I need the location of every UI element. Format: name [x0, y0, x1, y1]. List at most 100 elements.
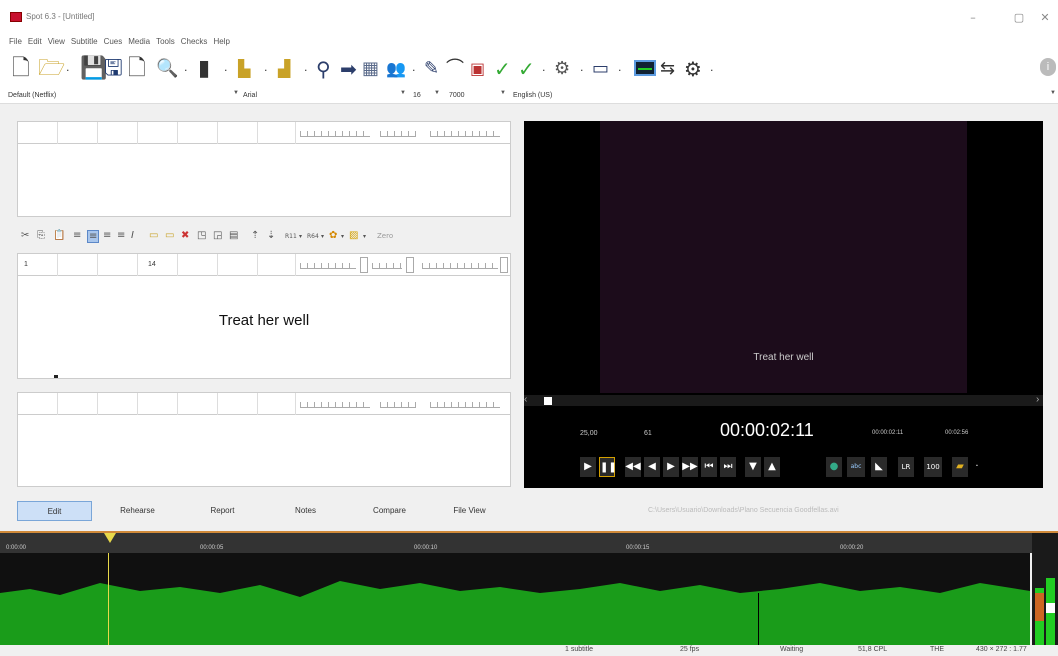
- chevron-down-icon[interactable]: ·: [412, 64, 416, 77]
- chevron-down-icon[interactable]: ▼: [1050, 90, 1056, 96]
- size-select[interactable]: 16: [413, 90, 421, 101]
- highlight-icon[interactable]: ▨: [349, 230, 358, 241]
- chevron-down-icon[interactable]: ·: [972, 457, 982, 477]
- gear-icon[interactable]: ⚙: [684, 56, 702, 82]
- spinner[interactable]: [500, 257, 508, 273]
- paste-icon[interactable]: 📋: [53, 230, 65, 241]
- merge-icon[interactable]: ▟: [278, 56, 290, 82]
- chevron-down-icon[interactable]: ·: [710, 64, 714, 77]
- find-icon[interactable]: 🔍: [156, 56, 178, 82]
- tab-rehearse[interactable]: Rehearse: [100, 501, 175, 521]
- new-file-icon[interactable]: 🗋: [12, 56, 30, 82]
- chevron-down-icon[interactable]: ▾: [299, 233, 302, 240]
- copy-icon[interactable]: ⎘: [37, 230, 45, 241]
- waveform-toggle-icon[interactable]: [634, 60, 656, 76]
- tab-edit[interactable]: Edit: [17, 501, 92, 521]
- timecode-in[interactable]: [300, 402, 370, 408]
- search-icon[interactable]: ⚲: [316, 56, 331, 82]
- users-icon[interactable]: 👥: [386, 56, 406, 82]
- align-center-icon[interactable]: ≡: [87, 230, 100, 243]
- chevron-down-icon[interactable]: ·: [224, 64, 228, 77]
- zoom-100-button[interactable]: 100: [924, 457, 942, 477]
- timecode-in[interactable]: [300, 131, 370, 137]
- pause-icon[interactable]: ❚❚: [599, 457, 617, 477]
- duration[interactable]: [372, 263, 402, 269]
- timing-icon[interactable]: ⌒: [446, 56, 464, 82]
- step-forward-icon[interactable]: ▶: [663, 457, 679, 477]
- preset-select[interactable]: Default (Netflix): [8, 90, 56, 101]
- step-back-icon[interactable]: ◀: [644, 457, 660, 477]
- align-right-icon[interactable]: ≡: [103, 230, 111, 241]
- chevron-down-icon[interactable]: ▼: [500, 90, 506, 96]
- previous-subtitle-icon[interactable]: ⏮: [701, 457, 717, 477]
- zero-button[interactable]: Zero: [377, 232, 393, 240]
- chevron-down-icon[interactable]: ▾: [341, 233, 344, 240]
- chevron-left-icon[interactable]: ‹: [524, 394, 527, 405]
- grid-icon[interactable]: ▦: [362, 56, 379, 82]
- save-as-icon[interactable]: 🖫: [104, 56, 123, 82]
- globe-icon[interactable]: ●: [826, 457, 842, 477]
- menu-subtitle[interactable]: Subtitle: [68, 36, 101, 47]
- chevron-down-icon[interactable]: ·: [304, 64, 308, 77]
- split-icon[interactable]: ▭: [165, 230, 174, 241]
- down-icon[interactable]: ▼: [745, 457, 761, 477]
- swap-icon[interactable]: ⇆: [660, 56, 675, 82]
- rewind-icon[interactable]: ◀◀: [625, 457, 641, 477]
- tab-file-view[interactable]: File View: [432, 501, 507, 521]
- width-select[interactable]: 7000: [449, 90, 465, 101]
- spinner[interactable]: [360, 257, 368, 273]
- timeline-ruler[interactable]: 0:00:00 00:00:05 00:00:10 00:00:15 00:00…: [0, 533, 1058, 553]
- menu-view[interactable]: View: [45, 36, 68, 47]
- chevron-down-icon[interactable]: ·: [66, 64, 70, 77]
- chevron-down-icon[interactable]: ·: [580, 64, 584, 77]
- color-icon[interactable]: ✿: [329, 230, 337, 241]
- box-icon[interactable]: ▤: [229, 230, 238, 241]
- chevron-down-icon[interactable]: ▾: [363, 233, 366, 240]
- up-icon[interactable]: ▲: [764, 457, 780, 477]
- check-icon[interactable]: ▣: [470, 56, 485, 82]
- font-select[interactable]: Arial: [243, 90, 257, 101]
- duration[interactable]: [380, 402, 416, 408]
- progress-thumb[interactable]: [544, 397, 552, 405]
- menu-checks[interactable]: Checks: [178, 36, 211, 47]
- italic-icon[interactable]: I: [131, 230, 134, 241]
- chevron-down-icon[interactable]: ·: [542, 64, 546, 77]
- spellcheck-icon[interactable]: ✓: [494, 56, 511, 82]
- previous-subtitle-panel[interactable]: [17, 121, 511, 217]
- menu-cues[interactable]: Cues: [101, 36, 126, 47]
- signal-icon[interactable]: ◣: [871, 457, 887, 477]
- shift-up-icon[interactable]: ⇡: [251, 230, 259, 241]
- goto-arrow-icon[interactable]: ➡: [340, 56, 357, 82]
- video-progress-bar[interactable]: [524, 395, 1043, 406]
- align-left-icon[interactable]: ≡: [73, 230, 81, 241]
- tab-compare[interactable]: Compare: [352, 501, 427, 521]
- position-icon[interactable]: ◳: [197, 230, 206, 241]
- subtitle-text-editor[interactable]: Treat her well: [18, 312, 510, 329]
- timecode-out[interactable]: [430, 402, 500, 408]
- menu-tools[interactable]: Tools: [153, 36, 178, 47]
- menu-file[interactable]: File: [6, 36, 25, 47]
- chevron-down-icon[interactable]: ·: [618, 64, 622, 77]
- audio-waveform[interactable]: [0, 553, 1030, 645]
- preview-icon[interactable]: ▭: [592, 56, 609, 82]
- duration[interactable]: [380, 131, 416, 137]
- timecode-out[interactable]: [422, 263, 498, 269]
- menu-media[interactable]: Media: [125, 36, 153, 47]
- chevron-down-icon[interactable]: ·: [184, 64, 188, 77]
- cut-icon[interactable]: ✂: [21, 230, 29, 241]
- r11-label[interactable]: R11: [285, 233, 297, 240]
- spellcheck-icon[interactable]: abc: [847, 457, 865, 477]
- tab-notes[interactable]: Notes: [268, 501, 343, 521]
- minimize-button[interactable]: –: [958, 8, 988, 28]
- play-icon[interactable]: ▶: [580, 457, 596, 477]
- justify-icon[interactable]: ≡: [117, 230, 125, 241]
- export-icon[interactable]: 🗋: [128, 56, 146, 82]
- pen-icon[interactable]: ✎: [424, 56, 439, 82]
- folder-icon[interactable]: ▰: [952, 457, 968, 477]
- layout-icon[interactable]: ◲: [213, 230, 222, 241]
- spinner[interactable]: [406, 257, 414, 273]
- quality-check-icon[interactable]: ✓: [518, 56, 535, 82]
- menu-edit[interactable]: Edit: [25, 36, 45, 47]
- fast-forward-icon[interactable]: ▶▶: [682, 457, 698, 477]
- chevron-down-icon[interactable]: ▾: [321, 233, 324, 240]
